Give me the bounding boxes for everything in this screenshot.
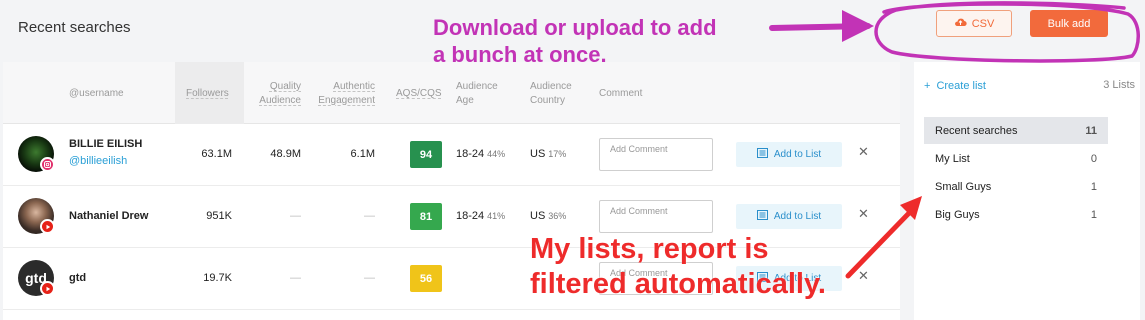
authentic-engagement-value: — xyxy=(364,272,375,284)
add-to-list-label: Add to List xyxy=(773,273,822,284)
instagram-icon xyxy=(40,157,55,172)
plus-icon: + xyxy=(924,80,931,92)
list-item-label: Small Guys xyxy=(935,180,992,193)
table-row: Nathaniel Drew 951K — — 81 18-24 41% US 36… xyxy=(3,186,900,248)
purple-annotation-line1: Download or upload to add xyxy=(433,15,717,40)
list-icon xyxy=(756,272,768,285)
csv-button-label: CSV xyxy=(971,17,995,30)
comment-input[interactable]: Add Comment xyxy=(599,200,713,233)
col-quality-audience[interactable]: Quality Audience xyxy=(255,80,301,108)
bulk-add-button[interactable]: Bulk add xyxy=(1030,10,1108,37)
audience-country: US 17% xyxy=(530,148,566,160)
col-authentic-line1: Authentic xyxy=(333,81,375,92)
col-age-line1: Audience xyxy=(456,81,498,92)
followers-value: 951K xyxy=(206,210,232,222)
comment-input[interactable]: Add Comment xyxy=(599,138,713,171)
audience-age: 18-24 41% xyxy=(456,210,505,222)
col-authentic-engagement[interactable]: Authentic Engagement xyxy=(313,80,375,108)
aqs-score: 94 xyxy=(410,141,442,168)
aqs-score: 56 xyxy=(410,265,442,292)
list-item-count: 1 xyxy=(1090,180,1097,193)
add-to-list-button[interactable]: Add to List xyxy=(736,204,842,229)
add-to-list-label: Add to List xyxy=(773,211,822,222)
quality-audience-value: 48.9M xyxy=(270,148,301,160)
authentic-engagement-value: — xyxy=(364,210,375,222)
list-item-label: Recent searches xyxy=(935,124,1018,137)
country-code: US xyxy=(530,148,546,160)
country-percent: 17% xyxy=(548,149,567,159)
audience-age: 18-24 44% xyxy=(456,148,505,160)
col-followers[interactable]: Followers xyxy=(186,87,229,101)
col-aqs-cqs[interactable]: AQS/CQS xyxy=(396,87,442,101)
col-quality-line2: Audience xyxy=(259,95,301,106)
col-quality-line1: Quality xyxy=(269,81,301,92)
audience-country: US 36% xyxy=(530,210,566,222)
page-title: Recent searches xyxy=(18,19,131,36)
age-range: 18-24 xyxy=(456,148,485,160)
cloud-upload-icon xyxy=(954,17,967,30)
age-range: 18-24 xyxy=(456,210,485,222)
list-item-big-guys[interactable]: Big Guys 1 xyxy=(924,201,1108,228)
lists-panel: + Create list 3 Lists Recent searches 11… xyxy=(914,62,1140,320)
add-to-list-label: Add to List xyxy=(773,149,822,160)
influencer-handle[interactable]: @billieeilish xyxy=(69,155,127,167)
authentic-engagement-value: 6.1M xyxy=(350,148,375,160)
table-row: BILLIE EILISH @billieeilish 63.1M 48.9M … xyxy=(3,124,900,186)
purple-annotation-text: Download or upload to add a bunch at onc… xyxy=(433,14,717,68)
country-percent: 36% xyxy=(548,211,567,221)
col-audience-country[interactable]: Audience Country xyxy=(530,80,572,108)
col-country-line2: Country xyxy=(530,95,566,106)
list-item-count: 1 xyxy=(1090,208,1097,221)
quality-audience-value: — xyxy=(290,272,301,284)
list-item-count: 0 xyxy=(1090,152,1097,165)
add-to-list-button[interactable]: Add to List xyxy=(736,266,842,291)
table-header: @username Followers Quality Audience Aut… xyxy=(3,62,900,124)
create-list-link[interactable]: + Create list xyxy=(924,80,986,92)
results-table: @username Followers Quality Audience Aut… xyxy=(3,62,900,320)
quality-audience-value: — xyxy=(290,210,301,222)
comment-input[interactable]: Add Comment xyxy=(599,262,713,295)
list-item-small-guys[interactable]: Small Guys 1 xyxy=(924,173,1108,200)
list-count: 3 Lists xyxy=(1103,79,1135,91)
country-code: US xyxy=(530,210,546,222)
influencer-name[interactable]: gtd xyxy=(69,272,86,284)
list-item-label: Big Guys xyxy=(935,208,980,221)
col-country-line1: Audience xyxy=(530,81,572,92)
followers-value: 19.7K xyxy=(203,272,232,284)
influencer-name[interactable]: Nathaniel Drew xyxy=(69,210,148,222)
csv-button[interactable]: CSV xyxy=(936,10,1012,37)
list-item-recent-searches[interactable]: Recent searches 11 xyxy=(924,117,1108,144)
age-percent: 41% xyxy=(487,211,506,221)
age-percent: 44% xyxy=(487,149,506,159)
list-item-count: 11 xyxy=(1085,124,1097,137)
list-icon xyxy=(756,148,768,161)
add-to-list-button[interactable]: Add to List xyxy=(736,142,842,167)
youtube-icon xyxy=(40,219,55,234)
list-item-my-list[interactable]: My List 0 xyxy=(924,145,1108,172)
remove-icon[interactable]: ✕ xyxy=(858,206,869,222)
remove-icon[interactable]: ✕ xyxy=(858,144,869,160)
col-authentic-line2: Engagement xyxy=(318,95,375,106)
col-audience-age[interactable]: Audience Age xyxy=(456,80,498,108)
col-username[interactable]: @username xyxy=(69,87,124,101)
remove-icon[interactable]: ✕ xyxy=(858,268,869,284)
list-item-label: My List xyxy=(935,152,970,165)
purple-arrow-annotation xyxy=(769,23,871,31)
aqs-score: 81 xyxy=(410,203,442,230)
table-row: gtd gtd 19.7K — — 56 Add Comment Add to … xyxy=(3,248,900,310)
col-age-line2: Age xyxy=(456,95,474,106)
list-icon xyxy=(756,210,768,223)
col-comment: Comment xyxy=(599,88,643,99)
youtube-icon xyxy=(40,281,55,296)
followers-value: 63.1M xyxy=(201,148,232,160)
influencer-name[interactable]: BILLIE EILISH xyxy=(69,138,142,150)
create-list-label: Create list xyxy=(936,80,986,92)
